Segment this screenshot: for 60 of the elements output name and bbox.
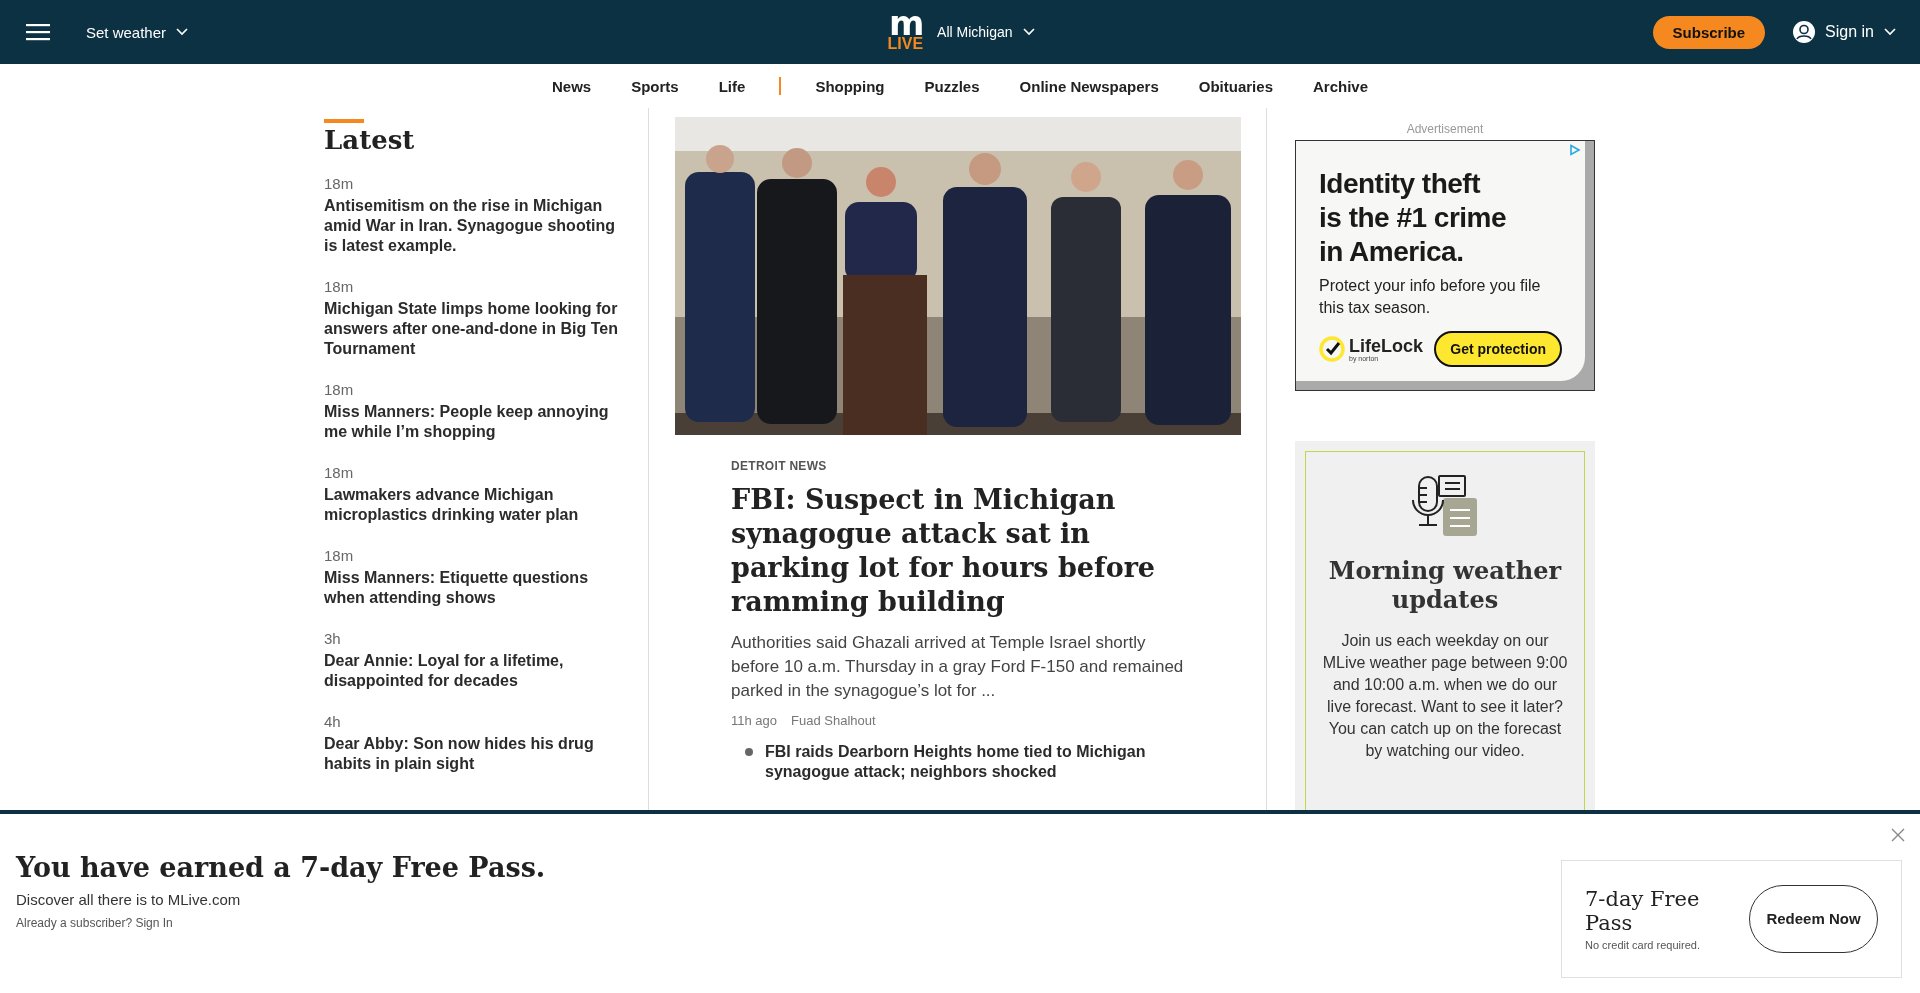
weather-dropdown[interactable]: Set weather (86, 23, 189, 41)
close-icon (1891, 828, 1905, 842)
banner-subtitle: Discover all there is to MLive.com (16, 891, 242, 908)
check-circle-icon (1319, 336, 1345, 362)
promo-title: Morning weather updates (1327, 556, 1563, 614)
promo-text: Join us each weekday on our MLive weather page between 9:00 and 10:00 a.m. when we do our live forecast. Want to see it later? You can catch up on the forecast by watching our video. (1322, 631, 1568, 761)
banner-title: You have earned a 7-day Free Pass. (16, 852, 547, 883)
headline-link[interactable]: Michigan State limps home looking for answers after one-and-done in Big Ten Tournament (324, 299, 620, 359)
headline-link[interactable]: Dear Annie: Loyal for a lifetime, disappointed for decades (324, 651, 620, 691)
chevron-down-icon (1884, 28, 1896, 36)
headline-link[interactable]: Antisemitism on the rise in Michigan amid War in Iran. Synagogue shooting is latest example. (324, 196, 620, 256)
story-summary: Authorities said Ghazali arrived at Temple Israel shortly before 10 a.m. Thursday in a gray Ford F-150 and remained parked in the synagogue’s lot for ... (731, 632, 1184, 702)
subscriber-text: Already a subscriber? Sign In (16, 916, 174, 930)
ad-headline: in America. (1319, 235, 1465, 269)
timestamp: 18m (324, 547, 355, 564)
brand-name: LifeLock (1349, 336, 1423, 355)
subscribe-button[interactable]: Subscribe (1652, 15, 1766, 49)
chevron-down-icon (1022, 28, 1035, 36)
nav-link[interactable]: Archive (1312, 77, 1368, 95)
nav-link[interactable]: Puzzles (924, 77, 980, 95)
nav-link[interactable]: Online Newspapers (1019, 77, 1159, 95)
menu-icon (26, 23, 50, 41)
author-name: Fuad Shalhout (791, 713, 876, 728)
pass-note: No credit card required. (1585, 939, 1701, 951)
headline-link[interactable]: Dear Abby: Son now hides his drug habits in plain sight (324, 734, 620, 774)
headline-link[interactable]: Miss Manners: Etiquette questions when attending shows (324, 568, 620, 608)
related-link[interactable]: FBI raids Dearborn Heights home tied to Michigan synagogue attack; neighbors shocked (765, 742, 1184, 782)
ad-headline: Identity theft (1319, 167, 1482, 201)
timestamp: 18m (324, 175, 355, 192)
timestamp: 18m (324, 278, 355, 295)
redeem-button[interactable]: Redeem Now (1749, 885, 1878, 953)
menu-button[interactable] (26, 23, 50, 41)
nav-link[interactable]: Shopping (815, 77, 885, 95)
nav-link[interactable]: Obituaries (1198, 77, 1273, 95)
timestamp: 4h (324, 713, 342, 730)
headline-link[interactable]: Miss Manners: People keep annoying me while I’m shopping (324, 402, 620, 442)
get-protection-button[interactable]: Get protection (1434, 331, 1562, 367)
nav-link[interactable]: Life (718, 77, 746, 95)
timestamp: 11h ago (731, 713, 778, 728)
play-icon[interactable] (1569, 144, 1581, 156)
timestamp: 18m (324, 464, 355, 481)
bullet-icon (745, 748, 753, 756)
user-icon (1793, 21, 1816, 43)
ad-headline: is the #1 crime (1319, 201, 1508, 235)
timestamp: 18m (324, 381, 355, 398)
ad-label: Advertisement (1405, 122, 1485, 136)
story-headline[interactable]: FBI: Suspect in Michigan synagogue attack sat in parking lot for hours before ramming building (731, 483, 1184, 619)
nav-link[interactable]: News (552, 77, 592, 95)
ad-text: Protect your info before you file this tax season. (1319, 276, 1542, 318)
headline-link[interactable]: Lawmakers advance Michigan microplastics drinking water plan (324, 485, 620, 525)
chevron-down-icon (176, 28, 189, 36)
timestamp: 3h (324, 630, 342, 647)
sign-in-button[interactable]: Sign in (1793, 21, 1896, 43)
nav-link[interactable]: Sports (631, 77, 679, 95)
site-logo[interactable]: m LIVE (887, 12, 924, 52)
section-heading: Latest (324, 125, 416, 155)
sign-in-link[interactable]: Sign In (135, 916, 173, 930)
region-dropdown[interactable]: All Michigan (937, 24, 1035, 40)
section-label: DETROIT NEWS (731, 459, 828, 473)
pass-title: 7-day Free Pass (1585, 887, 1701, 935)
